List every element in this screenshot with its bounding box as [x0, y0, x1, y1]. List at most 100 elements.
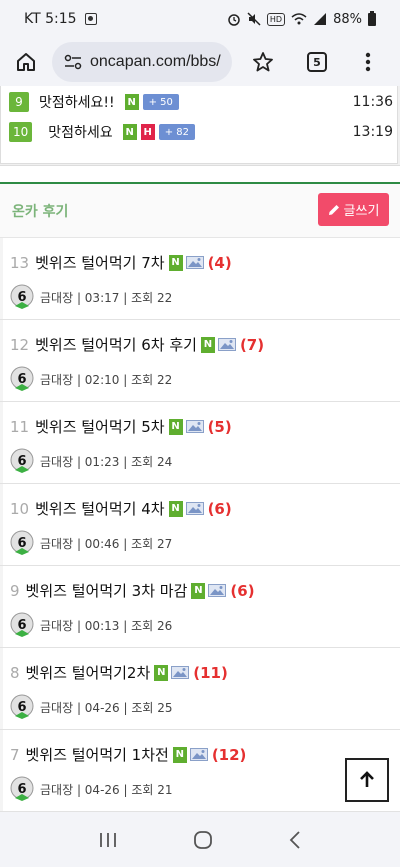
post-author: 금대장	[40, 700, 74, 715]
post-title[interactable]: 벳위즈 털어먹기 1차전	[26, 744, 169, 765]
popular-item[interactable]: 9 맛점하세요!! N + 50 11:36	[9, 90, 393, 114]
new-badge: N	[168, 500, 183, 517]
new-badge: N	[154, 664, 169, 681]
rank-badge: 10	[9, 122, 33, 142]
post-meta: 금대장 | 03:17 | 조회 22	[40, 290, 173, 305]
post-number: 8	[10, 663, 20, 682]
post-meta: 금대장 | 00:46 | 조회 27	[40, 536, 173, 551]
level-avatar-icon: 6	[10, 776, 34, 801]
post-title[interactable]: 벳위즈 털어먹기 6차 후기	[35, 334, 197, 355]
post-views: 22	[156, 290, 173, 305]
new-badge: N	[200, 336, 215, 353]
avatar-level: 6	[17, 454, 26, 469]
post-views: 25	[157, 700, 173, 715]
popular-time: 11:36	[352, 94, 393, 110]
views-label: 조회	[131, 618, 154, 633]
views-label: 조회	[131, 536, 154, 551]
hd-voice-icon: HD	[266, 12, 286, 26]
mute-icon	[247, 12, 261, 26]
post-row[interactable]: 13 벳위즈 털어먹기 7차 N (4) 6 금대장 | 03:17 | 조회 …	[0, 238, 400, 320]
views-label: 조회	[131, 700, 154, 715]
new-badge: N	[168, 254, 183, 271]
comment-count: (6)	[207, 499, 232, 518]
tab-switcher-button[interactable]: 5	[292, 38, 342, 86]
browser-menu-button[interactable]	[342, 38, 394, 86]
avatar-level: 6	[17, 782, 26, 797]
browser-toolbar: oncapan.com/bbs/ 5	[0, 38, 400, 86]
level-avatar-icon: 6	[10, 530, 34, 555]
tune-icon	[64, 54, 82, 70]
home-button[interactable]	[0, 38, 52, 86]
post-title[interactable]: 벳위즈 털어먹기 7차	[35, 252, 164, 273]
views-label: 조회	[131, 372, 154, 387]
post-row[interactable]: 10 벳위즈 털어먹기 4차 N (6) 6 금대장 | 00:46 | 조회 …	[0, 484, 400, 566]
post-time: 01:23	[84, 454, 120, 469]
level-avatar-icon: 6	[10, 694, 34, 719]
avatar-level: 6	[17, 372, 26, 387]
post-title[interactable]: 벳위즈 털어먹기 3차 마감	[26, 580, 188, 601]
post-time: 04-26	[84, 782, 120, 797]
hot-badge: H	[140, 124, 155, 140]
more-vert-icon	[365, 52, 371, 72]
post-author: 금대장	[40, 290, 74, 305]
post-time: 00:46	[84, 536, 120, 551]
post-row[interactable]: 12 벳위즈 털어먹기 6차 후기 N (7) 6 금대장 | 02:10 | …	[0, 320, 400, 402]
score-badge: + 50	[142, 94, 179, 110]
signal-icon	[314, 13, 327, 25]
post-row[interactable]: 9 벳위즈 털어먹기 3차 마감 N (6) 6 금대장 | 00:13 | 조…	[0, 566, 400, 648]
popular-title[interactable]: 맛점하세요!!	[39, 92, 115, 112]
board-title: 온카 후기	[12, 203, 69, 220]
post-time: 03:17	[84, 290, 120, 305]
post-time: 02:10	[84, 372, 120, 387]
views-label: 조회	[131, 454, 154, 469]
tab-count: 5	[307, 52, 327, 72]
post-row[interactable]: 8 벳위즈 털어먹기2차 N (11) 6 금대장 | 04-26 | 조회 2…	[0, 648, 400, 730]
status-bar: KT 5:15 HD 88%	[0, 0, 400, 38]
scroll-top-button[interactable]	[345, 758, 389, 802]
post-author: 금대장	[40, 454, 74, 469]
avatar-level: 6	[17, 536, 26, 551]
arrow-up-icon	[360, 771, 374, 787]
image-icon	[217, 338, 236, 351]
post-number: 13	[10, 253, 30, 272]
post-meta: 금대장 | 02:10 | 조회 22	[40, 372, 173, 387]
board-header: 온카 후기 글쓰기	[0, 184, 400, 238]
views-label: 조회	[131, 782, 154, 797]
post-time: 04-26	[84, 700, 120, 715]
alarm-icon	[228, 14, 240, 26]
comment-count: (11)	[193, 663, 228, 682]
post-row[interactable]: 11 벳위즈 털어먹기 5차 N (5) 6 금대장 | 01:23 | 조회 …	[0, 402, 400, 484]
home-circle-icon[interactable]	[193, 830, 213, 850]
new-badge: N	[122, 124, 137, 140]
new-badge: N	[172, 746, 187, 763]
back-chevron-icon[interactable]	[288, 830, 302, 850]
post-author: 금대장	[40, 618, 74, 633]
post-views: 21	[157, 782, 173, 797]
home-icon	[17, 53, 35, 71]
post-time: 00:13	[84, 618, 120, 633]
post-title[interactable]: 벳위즈 털어먹기 4차	[35, 498, 164, 519]
pencil-icon	[328, 204, 339, 215]
notification-icon	[84, 13, 97, 25]
new-badge: N	[191, 582, 206, 599]
image-icon	[185, 502, 204, 515]
post-number: 10	[10, 499, 30, 518]
bookmark-button[interactable]	[234, 38, 292, 86]
popular-title[interactable]: 맛점하세요	[48, 122, 112, 142]
post-meta: 금대장 | 04-26 | 조회 21	[40, 782, 173, 797]
wifi-icon	[291, 13, 307, 25]
post-row[interactable]: 7 벳위즈 털어먹기 1차전 N (12) 6 금대장 | 04-26 | 조회…	[0, 730, 400, 812]
views-label: 조회	[131, 290, 154, 305]
popular-panel: 9 맛점하세요!! N + 50 11:36 10 맛점하세요 N H + 82…	[0, 86, 400, 166]
post-title[interactable]: 벳위즈 털어먹기2차	[26, 662, 151, 683]
image-icon	[185, 256, 204, 269]
battery-icon	[368, 10, 376, 26]
avatar-level: 6	[17, 290, 26, 305]
recents-icon[interactable]	[98, 831, 118, 849]
post-number: 12	[10, 335, 30, 354]
address-bar[interactable]: oncapan.com/bbs/	[52, 42, 232, 82]
write-button[interactable]: 글쓰기	[318, 193, 389, 226]
popular-item[interactable]: 10 맛점하세요 N H + 82 13:19	[9, 120, 393, 144]
post-views: 24	[156, 454, 173, 469]
post-title[interactable]: 벳위즈 털어먹기 5차	[35, 416, 164, 437]
